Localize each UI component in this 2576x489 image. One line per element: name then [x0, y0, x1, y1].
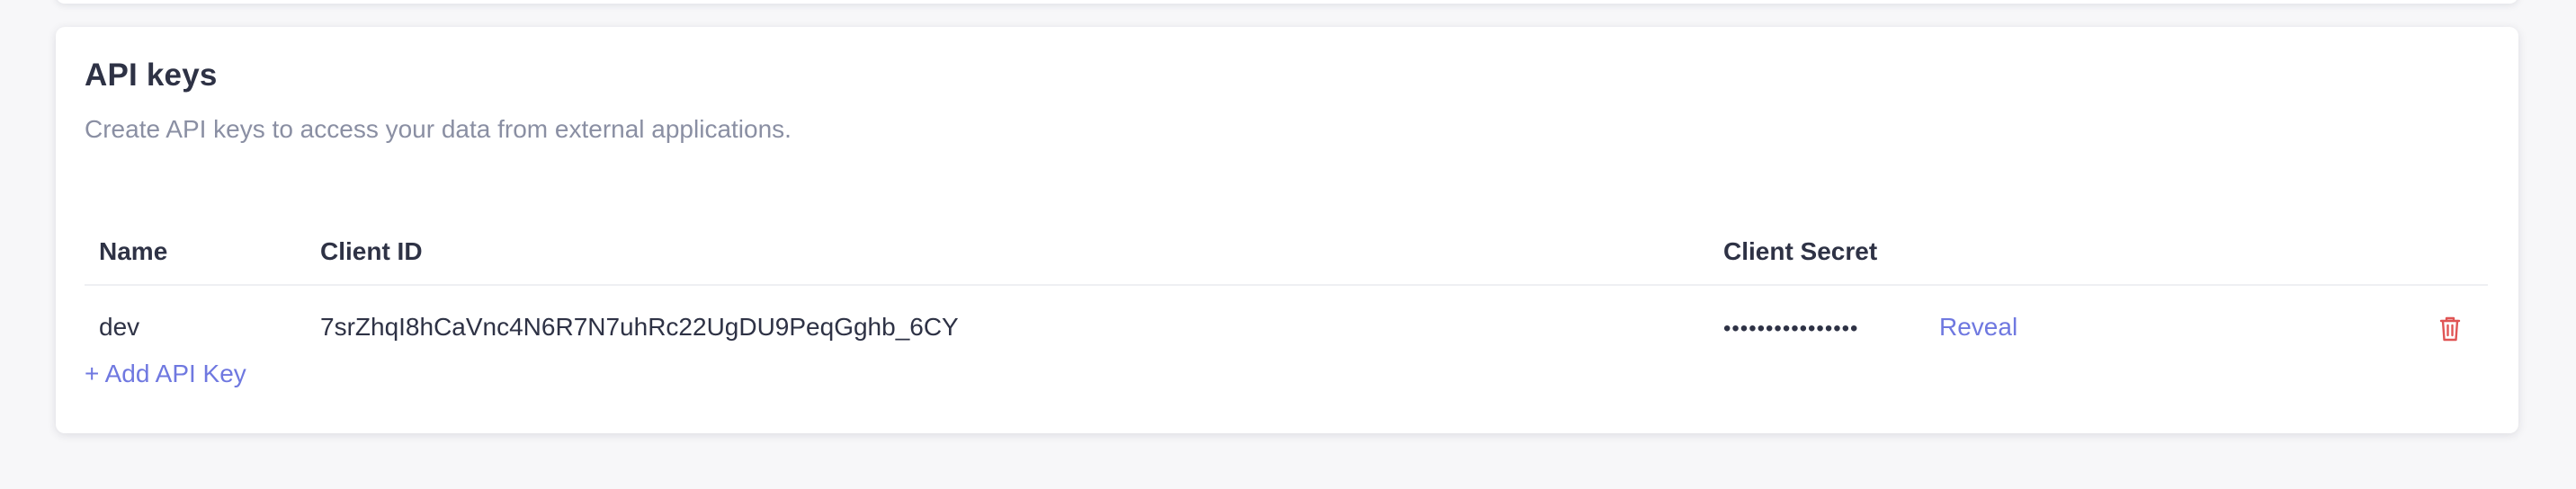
- column-header-client-secret: Client Secret: [1723, 237, 1878, 265]
- section-description: Create API keys to access your data from…: [85, 115, 792, 143]
- trash-icon: [2439, 316, 2461, 342]
- api-keys-card: API keys Create API keys to access your …: [56, 27, 2518, 433]
- add-api-key-link[interactable]: + Add API Key: [85, 360, 246, 388]
- table-header: Name Client ID Client Secret: [85, 203, 2488, 286]
- client-id-value: 7srZhqI8hCaVnc4N6R7N7uhRc22UgDU9PeqGghb_…: [320, 313, 959, 341]
- reveal-secret-link[interactable]: Reveal: [1939, 313, 2017, 342]
- delete-key-button[interactable]: [2436, 313, 2464, 345]
- client-secret-masked: ••••••••••••••••: [1723, 316, 1859, 341]
- section-title: API keys: [85, 58, 218, 93]
- column-header-client-id: Client ID: [320, 237, 423, 265]
- key-name: dev: [99, 313, 140, 341]
- column-header-name: Name: [99, 237, 168, 265]
- previous-section-card: [56, 0, 2518, 4]
- table-row: dev 7srZhqI8hCaVnc4N6R7N7uhRc22UgDU9PeqG…: [85, 286, 2488, 374]
